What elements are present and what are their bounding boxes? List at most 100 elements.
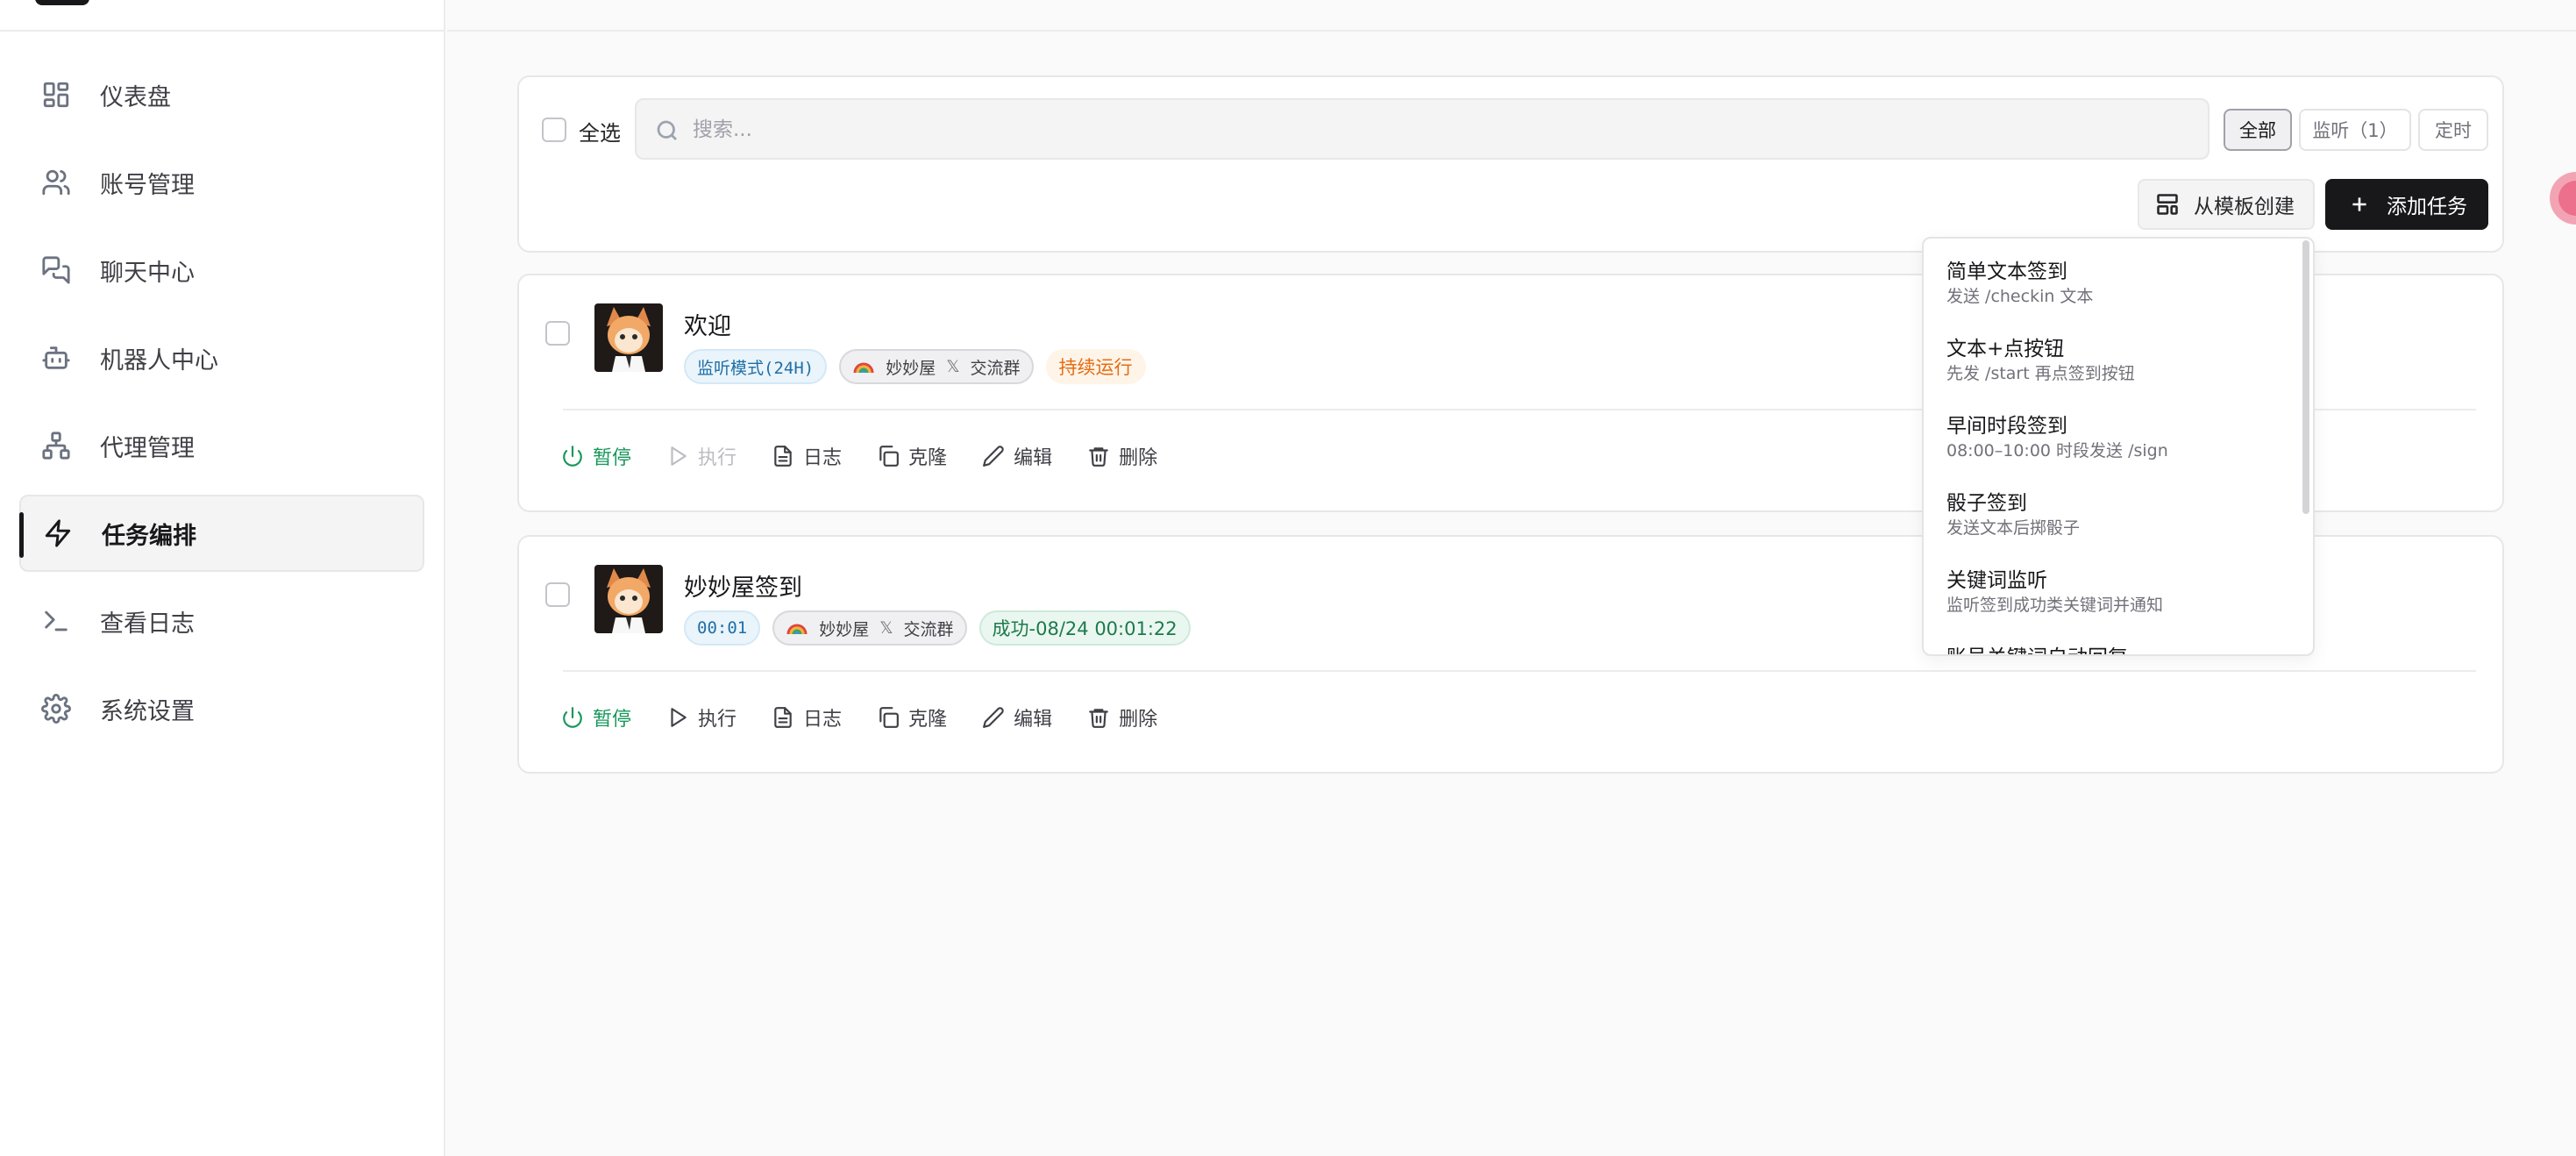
log-label: 日志	[803, 709, 843, 731]
template-title: 账号关键词自动回复	[1946, 646, 2278, 654]
sidebar-item-label: 任务编排	[102, 522, 196, 550]
app-root: 仪表盘 账号管理 聊天中心 机器人中心 代理管理 任务编排 查看日志 系统设置 …	[0, 0, 2576, 1156]
template-desc: 发送文本后掷骰子	[1946, 518, 2081, 538]
task-checkbox[interactable]	[545, 321, 570, 346]
sidebar-item-label: 系统设置	[100, 697, 195, 725]
schedule-badge: 00:01	[684, 610, 761, 646]
file-icon	[774, 446, 792, 467]
filter-listen-button[interactable]: 监听（1）	[2299, 109, 2411, 151]
pause-button[interactable]: 暂停	[561, 442, 631, 470]
run-button[interactable]: 执行	[666, 703, 737, 731]
template-title: 早间时段签到	[1946, 415, 2067, 438]
status-badge: 持续运行	[1045, 349, 1146, 384]
status-badge: 成功-08/24 00:01:22	[978, 610, 1191, 646]
log-button[interactable]: 日志	[772, 703, 842, 731]
chat-icon	[40, 254, 72, 286]
account-name: 妙妙屋	[886, 358, 936, 378]
template-desc: 08:00–10:00 时段发送 /sign	[1946, 441, 2168, 460]
edit-label: 编辑	[1014, 709, 1053, 731]
task-title: 欢迎	[684, 313, 731, 340]
template-desc: 发送 /checkin 文本	[1946, 287, 2094, 306]
pencil-icon	[983, 446, 1004, 467]
avatar	[594, 303, 663, 372]
sidebar-item-bots[interactable]: 机器人中心	[19, 319, 424, 396]
sidebar-item-accounts[interactable]: 账号管理	[19, 144, 424, 221]
bot-icon	[40, 342, 72, 374]
add-task-button[interactable]: 添加任务	[2325, 179, 2488, 230]
account-name: 妙妙屋	[819, 619, 870, 639]
dropdown-scrollbar[interactable]	[2302, 240, 2309, 514]
task-tags: 监听模式(24H) 妙妙屋 𝕏 交流群 持续运行	[684, 349, 1146, 384]
search-input[interactable]	[693, 112, 2183, 147]
template-item[interactable]: 早间时段签到 08:00–10:00 时段发送 /sign	[1924, 393, 2301, 470]
pause-button[interactable]: 暂停	[561, 703, 631, 731]
account-badge: 妙妙屋 𝕏 交流群	[839, 349, 1034, 384]
create-from-template-button[interactable]: 从模板创建	[2138, 179, 2315, 230]
template-title: 简单文本签到	[1946, 260, 2067, 283]
delete-label: 删除	[1119, 447, 1158, 469]
template-title: 文本+点按钮	[1946, 338, 2065, 360]
task-tags: 00:01 妙妙屋 𝕏 交流群 成功-08/24 00:01:22	[684, 610, 1191, 646]
avatar	[594, 565, 663, 633]
delete-button[interactable]: 删除	[1087, 703, 1157, 731]
template-icon	[2157, 194, 2178, 215]
run-label: 执行	[698, 709, 737, 731]
sidebar-nav: 仪表盘 账号管理 聊天中心 机器人中心 代理管理 任务编排 查看日志 系统设置	[19, 56, 424, 758]
task-actions: 暂停 执行 日志 克隆 编辑 删除	[561, 703, 1192, 731]
task-toolbar: 全选 全部 监听（1） 定时 从模板创建 添加任务	[517, 75, 2504, 253]
network-icon	[40, 430, 72, 461]
play-icon	[671, 446, 687, 466]
select-all-checkbox[interactable]	[542, 118, 566, 142]
app-logo[interactable]	[35, 0, 89, 5]
clone-button[interactable]: 克隆	[877, 703, 947, 731]
gear-icon	[40, 693, 72, 724]
sidebar-item-proxy[interactable]: 代理管理	[19, 407, 424, 484]
sidebar: 仪表盘 账号管理 聊天中心 机器人中心 代理管理 任务编排 查看日志 系统设置	[0, 0, 445, 1156]
account-badge: 妙妙屋 𝕏 交流群	[772, 610, 967, 646]
task-checkbox[interactable]	[545, 582, 570, 607]
file-icon	[774, 707, 792, 728]
dashboard-icon	[40, 79, 72, 111]
log-button[interactable]: 日志	[772, 442, 842, 470]
run-label: 执行	[698, 447, 737, 469]
template-item[interactable]: 账号关键词自动回复	[1924, 624, 2301, 654]
edit-button[interactable]: 编辑	[982, 703, 1052, 731]
delete-button[interactable]: 删除	[1087, 442, 1157, 470]
rainbow-icon	[853, 362, 874, 374]
divider	[563, 670, 2476, 672]
pause-label: 暂停	[593, 709, 632, 731]
top-bar	[447, 0, 2576, 32]
log-label: 日志	[803, 447, 843, 469]
task-title: 妙妙屋签到	[684, 574, 802, 602]
template-button-label: 从模板创建	[2194, 196, 2295, 218]
clone-label: 克隆	[908, 709, 948, 731]
sidebar-item-label: 机器人中心	[100, 346, 218, 375]
sidebar-item-dashboard[interactable]: 仪表盘	[19, 56, 424, 133]
power-icon	[563, 707, 582, 728]
clone-button[interactable]: 克隆	[877, 442, 947, 470]
template-dropdown: 简单文本签到 发送 /checkin 文本 文本+点按钮 先发 /start 再…	[1922, 237, 2315, 656]
sidebar-item-tasks[interactable]: 任务编排	[19, 495, 424, 572]
template-desc: 先发 /start 再点签到按钮	[1946, 364, 2135, 383]
floating-assistant-button[interactable]	[2550, 172, 2576, 225]
filter-all-button[interactable]: 全部	[2224, 109, 2292, 151]
filter-scheduled-button[interactable]: 定时	[2418, 109, 2488, 151]
add-task-label: 添加任务	[2387, 196, 2467, 218]
template-item[interactable]: 关键词监听 监听签到成功类关键词并通知	[1924, 547, 2301, 624]
sidebar-item-label: 聊天中心	[100, 259, 195, 287]
power-icon	[563, 446, 582, 467]
sidebar-item-label: 账号管理	[100, 171, 195, 199]
plus-icon	[2352, 197, 2366, 211]
template-item[interactable]: 简单文本签到 发送 /checkin 文本	[1924, 239, 2301, 316]
edit-label: 编辑	[1014, 447, 1053, 469]
template-item[interactable]: 骰子签到 发送文本后掷骰子	[1924, 470, 2301, 547]
channel-name: 交流群	[970, 358, 1021, 378]
edit-button[interactable]: 编辑	[982, 442, 1052, 470]
run-button[interactable]: 执行	[666, 442, 737, 470]
pause-label: 暂停	[593, 447, 632, 469]
template-item[interactable]: 文本+点按钮 先发 /start 再点签到按钮	[1924, 316, 2301, 393]
sidebar-item-logs[interactable]: 查看日志	[19, 582, 424, 660]
sidebar-item-settings[interactable]: 系统设置	[19, 670, 424, 747]
task-actions: 暂停 执行 日志 克隆 编辑 删除	[561, 442, 1192, 470]
sidebar-item-chat[interactable]: 聊天中心	[19, 232, 424, 309]
